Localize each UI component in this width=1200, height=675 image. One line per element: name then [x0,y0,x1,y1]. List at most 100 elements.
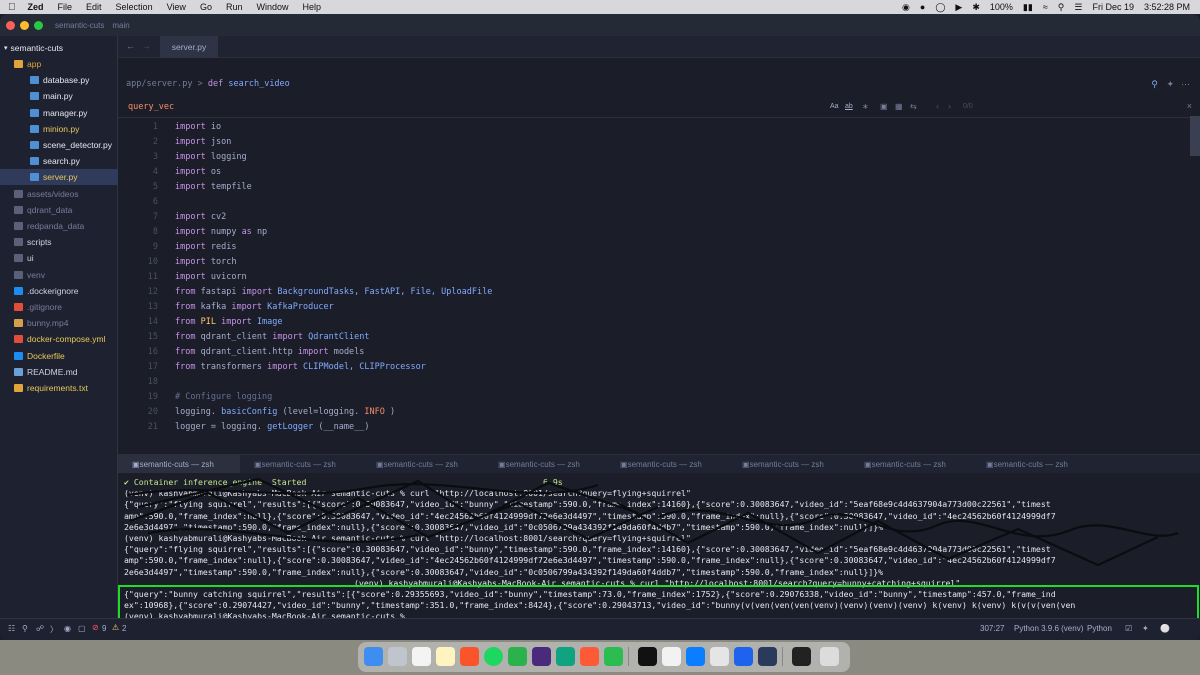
code-line[interactable]: from fastapi import BackgroundTasks, Fas… [175,287,492,297]
terminal-tab[interactable]: ▣ semantic-cuts — zsh [728,455,850,473]
menu-go[interactable]: Go [200,2,212,12]
sidebar-item-search-py[interactable]: search.py [0,153,118,169]
terminal-icon[interactable]: 〉 [50,624,58,635]
error-icon[interactable]: ⊘ [92,623,99,632]
tab-server-py[interactable]: server.py [160,36,218,58]
project-root[interactable]: ▾ semantic-cuts [4,40,122,56]
sidebar-item-manager-py[interactable]: manager.py [0,105,118,121]
git-branch[interactable]: main [112,21,129,30]
menu-run[interactable]: Run [226,2,243,12]
menubar-date[interactable]: Fri Dec 19 [1092,2,1134,12]
error-count[interactable]: 9 [102,624,106,633]
messages-icon[interactable] [508,647,527,666]
whole-word-toggle[interactable]: ab [845,103,853,110]
code-line[interactable]: from qdrant_client.http import models [175,347,364,357]
workspace-icon[interactable]: ☷ [8,624,15,633]
zoom-window-button[interactable] [34,20,43,30]
search-icon[interactable]: ⚲ [1058,2,1065,13]
menu-window[interactable]: Window [256,2,288,12]
assistant-icon[interactable]: ✦ [1166,79,1174,90]
code-line[interactable]: import json [175,137,231,147]
sidebar-item-assets-videos[interactable]: assets/videos [0,186,118,202]
sidebar-item-ui[interactable]: ui [0,250,118,266]
code-line[interactable]: import tempfile [175,182,252,192]
code-line[interactable]: from PIL import Image [175,317,283,327]
terminal-tab[interactable]: ▣ semantic-cuts — zsh [484,455,606,473]
menu-help[interactable]: Help [302,2,321,12]
project-title[interactable]: semantic-cuts [55,21,104,30]
code-line[interactable]: import os [175,167,221,177]
code-line[interactable]: import torch [175,257,236,267]
finder-icon[interactable] [364,647,383,666]
code-line[interactable]: logger = logging. getLogger (__name__) [175,422,370,432]
launchpad-icon[interactable] [388,647,407,666]
code-line[interactable]: from transformers import CLIPModel, CLIP… [175,362,426,372]
preview-icon[interactable] [662,647,681,666]
sidebar-item-bunny-mp4[interactable]: bunny.mp4 [0,315,118,331]
terminal-tab[interactable]: ▣ semantic-cuts — zsh [972,455,1094,473]
bluetooth-icon[interactable]: ✱ [972,2,980,13]
terminal-tab[interactable]: ▣ semantic-cuts — zsh [118,455,240,473]
git-icon[interactable]: ☍ [36,624,44,633]
terminal-tab[interactable]: ▣ semantic-cuts — zsh [606,455,728,473]
close-search-icon[interactable]: × [1187,101,1192,111]
sidebar-item-venv[interactable]: venv [0,267,118,283]
control-center-icon[interactable]: ☰ [1074,2,1082,13]
chat-icon[interactable]: ▢ [78,624,86,633]
sidebar-item-minion-py[interactable]: minion.py [0,121,118,137]
record-icon[interactable]: ◯ [935,2,945,13]
select-all-icon[interactable]: ▣ [880,102,888,111]
battery-icon[interactable]: ▮▮ [1023,2,1033,13]
python-interpreter[interactable]: Python 3.9.6 (venv) [1014,624,1083,633]
sidebar-item-dockerfile[interactable]: Dockerfile [0,348,118,364]
next-match-icon[interactable]: › [948,101,951,111]
sidebar-item-qdrant-data[interactable]: qdrant_data [0,202,118,218]
trash-icon[interactable] [820,647,839,666]
menubar-time[interactable]: 3:52:28 PM [1144,2,1190,12]
terminal-icon[interactable] [792,647,811,666]
minimize-window-button[interactable] [20,20,29,30]
apple-icon[interactable]:  [8,2,16,13]
sidebar-item-app[interactable]: app [0,56,118,72]
filter-icon[interactable]: ▦ [895,102,903,111]
warning-count[interactable]: 2 [122,624,126,633]
code-line[interactable]: import redis [175,242,236,252]
github-icon[interactable] [638,647,657,666]
forward-arrow-icon[interactable]: → [142,41,151,51]
code-line[interactable]: import logging [175,152,247,162]
regex-toggle-icon[interactable]: ∗ [862,102,869,111]
obsidian-icon[interactable] [532,647,551,666]
sidebar-item--dockerignore[interactable]: .dockerignore [0,283,118,299]
bell-icon[interactable]: ⚪ [1160,624,1170,633]
sidebar-item-requirements-txt[interactable]: requirements.txt [0,380,118,396]
sidebar-item-redpanda-data[interactable]: redpanda_data [0,218,118,234]
battery-percent[interactable]: 100% [990,2,1013,12]
more-icon[interactable]: ⋯ [1181,79,1190,90]
editor-scrollbar[interactable] [1190,116,1200,156]
sidebar-item--gitignore[interactable]: .gitignore [0,299,118,315]
chatgpt-icon[interactable] [556,647,575,666]
language-selector[interactable]: Python [1087,624,1112,633]
code-line[interactable]: # Configure logging [175,392,272,402]
notes-icon[interactable] [412,647,431,666]
wifi-icon[interactable]: ≈ [1043,2,1048,12]
search-icon[interactable]: ⚲ [22,624,28,633]
app-menu-zed[interactable]: Zed [28,2,44,12]
code-line[interactable]: import io [175,122,221,132]
search-input[interactable]: query_vec [128,102,174,112]
feedback-icon[interactable]: ☑ [1125,624,1132,633]
sidebar-item-readme-md[interactable]: README.md [0,364,118,380]
code-line[interactable]: import cv2 [175,212,226,222]
search-icon[interactable]: ⚲ [1151,79,1158,90]
spotify-icon[interactable] [484,647,503,666]
status-icon[interactable]: ● [920,2,925,12]
replace-icon[interactable]: ⇆ [910,102,917,111]
code-line[interactable]: from kafka import KafkaProducer [175,302,334,312]
terminal-tab[interactable]: ▣ semantic-cuts — zsh [362,455,484,473]
menu-edit[interactable]: Edit [86,2,102,12]
play-icon[interactable]: ▶ [955,2,962,13]
cursor-position[interactable]: 307:27 [980,624,1004,633]
status-icon[interactable]: ◉ [902,2,910,13]
app-icon[interactable] [758,647,777,666]
brave-icon[interactable] [460,647,479,666]
